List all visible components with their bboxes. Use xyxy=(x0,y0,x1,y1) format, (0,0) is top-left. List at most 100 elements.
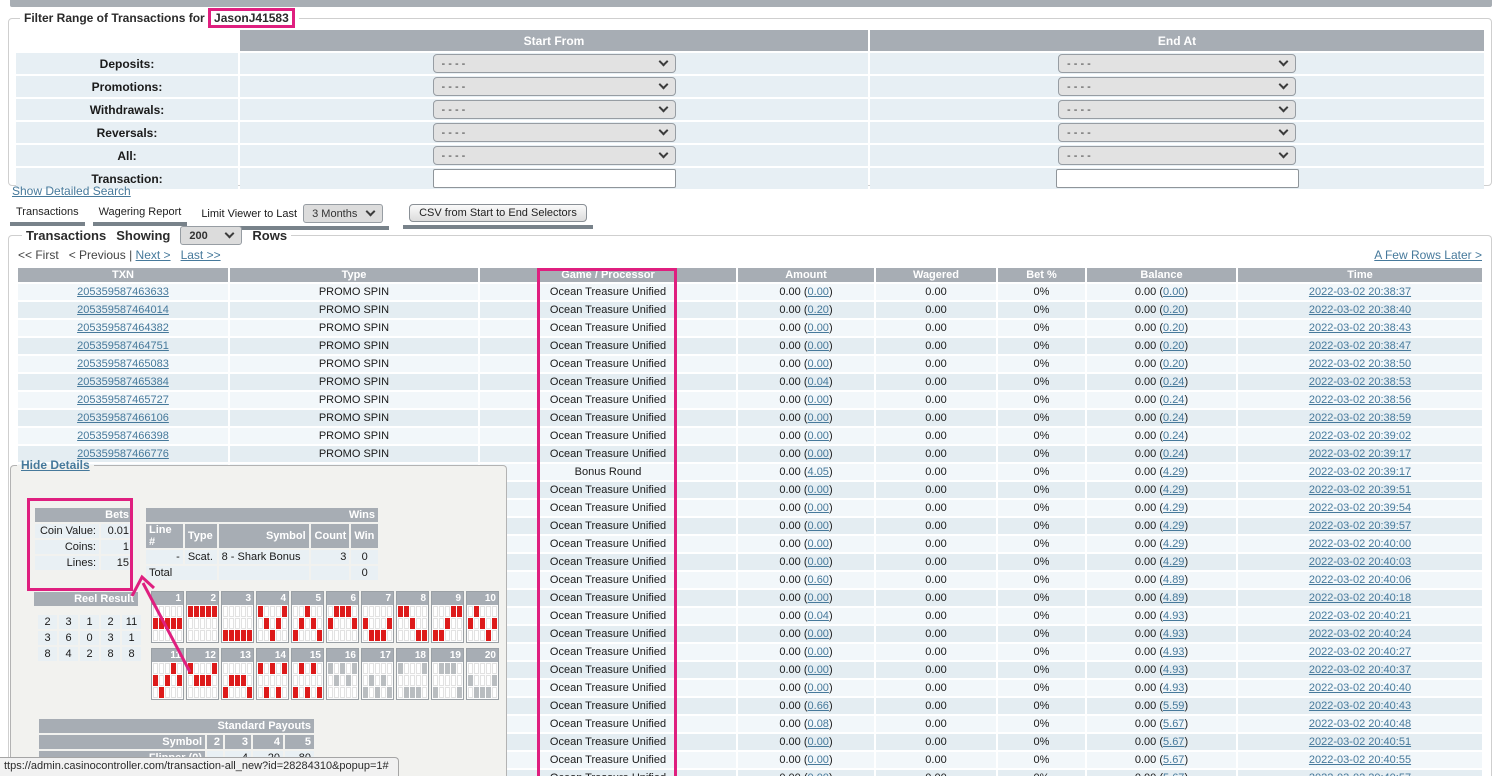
promotions-end-select[interactable]: - - - - xyxy=(1058,77,1296,96)
time-link[interactable]: 2022-03-02 20:38:56 xyxy=(1309,394,1411,406)
time-link[interactable]: 2022-03-02 20:38:43 xyxy=(1309,322,1411,334)
transaction-end-input[interactable] xyxy=(1056,169,1299,188)
amount-detail-link[interactable]: 0.00 xyxy=(808,682,829,694)
amount-detail-link[interactable]: 0.00 xyxy=(808,520,829,532)
balance-detail-link[interactable]: 4.93 xyxy=(1163,628,1184,640)
time-link[interactable]: 2022-03-02 20:38:47 xyxy=(1309,340,1411,352)
balance-detail-link[interactable]: 4.93 xyxy=(1163,646,1184,658)
balance-detail-link[interactable]: 0.20 xyxy=(1163,358,1184,370)
time-link[interactable]: 2022-03-02 20:40:27 xyxy=(1309,646,1411,658)
tab-wagering-report[interactable]: Wagering Report xyxy=(93,203,188,226)
amount-detail-link[interactable]: 0.00 xyxy=(808,430,829,442)
txn-link[interactable]: 205359587464382 xyxy=(77,322,169,334)
balance-detail-link[interactable]: 0.20 xyxy=(1163,340,1184,352)
amount-detail-link[interactable]: 0.00 xyxy=(808,340,829,352)
balance-detail-link[interactable]: 5.67 xyxy=(1163,754,1184,766)
balance-detail-link[interactable]: 4.89 xyxy=(1163,574,1184,586)
balance-detail-link[interactable]: 4.29 xyxy=(1163,538,1184,550)
limit-viewer-select[interactable]: 3 Months xyxy=(303,204,383,223)
balance-detail-link[interactable]: 4.93 xyxy=(1163,682,1184,694)
amount-detail-link[interactable]: 0.00 xyxy=(808,538,829,550)
balance-detail-link[interactable]: 4.29 xyxy=(1163,520,1184,532)
txn-link[interactable]: 205359587463633 xyxy=(77,286,169,298)
time-link[interactable]: 2022-03-02 20:39:51 xyxy=(1309,484,1411,496)
balance-detail-link[interactable]: 4.93 xyxy=(1163,610,1184,622)
txn-link[interactable]: 205359587466398 xyxy=(77,430,169,442)
amount-detail-link[interactable]: 0.00 xyxy=(808,484,829,496)
time-link[interactable]: 2022-03-02 20:40:00 xyxy=(1309,538,1411,550)
amount-detail-link[interactable]: 0.00 xyxy=(808,772,829,776)
time-link[interactable]: 2022-03-02 20:40:43 xyxy=(1309,700,1411,712)
time-link[interactable]: 2022-03-02 20:40:40 xyxy=(1309,682,1411,694)
amount-detail-link[interactable]: 0.66 xyxy=(808,700,829,712)
time-link[interactable]: 2022-03-02 20:40:48 xyxy=(1309,718,1411,730)
last-page-link[interactable]: Last >> xyxy=(181,248,221,262)
amount-detail-link[interactable]: 0.00 xyxy=(808,358,829,370)
txn-link[interactable]: 205359587466106 xyxy=(77,412,169,424)
balance-detail-link[interactable]: 4.29 xyxy=(1163,484,1184,496)
time-link[interactable]: 2022-03-02 20:39:57 xyxy=(1309,520,1411,532)
amount-detail-link[interactable]: 0.00 xyxy=(808,556,829,568)
time-link[interactable]: 2022-03-02 20:39:17 xyxy=(1309,448,1411,460)
amount-detail-link[interactable]: 0.00 xyxy=(808,592,829,604)
amount-detail-link[interactable]: 0.00 xyxy=(808,322,829,334)
time-link[interactable]: 2022-03-02 20:40:18 xyxy=(1309,592,1411,604)
first-page-control[interactable]: << First xyxy=(18,248,59,262)
balance-detail-link[interactable]: 5.59 xyxy=(1163,700,1184,712)
amount-detail-link[interactable]: 0.00 xyxy=(808,646,829,658)
time-link[interactable]: 2022-03-02 20:40:24 xyxy=(1309,628,1411,640)
balance-detail-link[interactable]: 4.93 xyxy=(1163,664,1184,676)
amount-detail-link[interactable]: 0.00 xyxy=(808,412,829,424)
amount-detail-link[interactable]: 0.04 xyxy=(808,376,829,388)
balance-detail-link[interactable]: 5.67 xyxy=(1163,718,1184,730)
previous-page-control[interactable]: < Previous xyxy=(69,248,126,262)
time-link[interactable]: 2022-03-02 20:40:55 xyxy=(1309,754,1411,766)
csv-export-button[interactable]: CSV from Start to End Selectors xyxy=(409,204,587,222)
withdrawals-end-select[interactable]: - - - - xyxy=(1058,100,1296,119)
a-few-rows-later-link[interactable]: A Few Rows Later > xyxy=(1374,248,1482,262)
balance-detail-link[interactable]: 5.67 xyxy=(1163,736,1184,748)
amount-detail-link[interactable]: 0.00 xyxy=(808,286,829,298)
balance-detail-link[interactable]: 0.00 xyxy=(1163,286,1184,298)
show-detailed-search-link[interactable]: Show Detailed Search xyxy=(12,184,131,198)
rows-count-select[interactable]: 200 xyxy=(180,226,242,245)
time-link[interactable]: 2022-03-02 20:40:57 xyxy=(1309,772,1411,776)
txn-link[interactable]: 205359587465083 xyxy=(77,358,169,370)
deposits-end-select[interactable]: - - - - xyxy=(1058,54,1296,73)
balance-detail-link[interactable]: 0.24 xyxy=(1163,412,1184,424)
transaction-start-input[interactable] xyxy=(433,169,676,188)
amount-detail-link[interactable]: 0.00 xyxy=(808,394,829,406)
amount-detail-link[interactable]: 0.60 xyxy=(808,574,829,586)
amount-detail-link[interactable]: 0.20 xyxy=(808,304,829,316)
balance-detail-link[interactable]: 0.24 xyxy=(1163,394,1184,406)
all-start-select[interactable]: - - - - xyxy=(433,146,676,165)
balance-detail-link[interactable]: 0.24 xyxy=(1163,376,1184,388)
balance-detail-link[interactable]: 4.29 xyxy=(1163,466,1184,478)
amount-detail-link[interactable]: 0.00 xyxy=(808,664,829,676)
amount-detail-link[interactable]: 0.00 xyxy=(808,448,829,460)
time-link[interactable]: 2022-03-02 20:39:02 xyxy=(1309,430,1411,442)
time-link[interactable]: 2022-03-02 20:39:54 xyxy=(1309,502,1411,514)
time-link[interactable]: 2022-03-02 20:40:37 xyxy=(1309,664,1411,676)
time-link[interactable]: 2022-03-02 20:38:50 xyxy=(1309,358,1411,370)
all-end-select[interactable]: - - - - xyxy=(1058,146,1296,165)
balance-detail-link[interactable]: 4.29 xyxy=(1163,502,1184,514)
balance-detail-link[interactable]: 0.24 xyxy=(1163,430,1184,442)
time-link[interactable]: 2022-03-02 20:38:40 xyxy=(1309,304,1411,316)
txn-link[interactable]: 205359587465727 xyxy=(77,394,169,406)
time-link[interactable]: 2022-03-02 20:40:51 xyxy=(1309,736,1411,748)
hide-details-link[interactable]: Hide Details xyxy=(21,458,90,472)
time-link[interactable]: 2022-03-02 20:38:37 xyxy=(1309,286,1411,298)
amount-detail-link[interactable]: 0.00 xyxy=(808,628,829,640)
balance-detail-link[interactable]: 0.24 xyxy=(1163,448,1184,460)
next-page-link[interactable]: Next > xyxy=(136,248,171,262)
time-link[interactable]: 2022-03-02 20:38:53 xyxy=(1309,376,1411,388)
txn-link[interactable]: 205359587464014 xyxy=(77,304,169,316)
time-link[interactable]: 2022-03-02 20:38:59 xyxy=(1309,412,1411,424)
time-link[interactable]: 2022-03-02 20:40:21 xyxy=(1309,610,1411,622)
amount-detail-link[interactable]: 0.04 xyxy=(808,610,829,622)
balance-detail-link[interactable]: 5.67 xyxy=(1163,772,1184,776)
tab-transactions[interactable]: Transactions xyxy=(10,203,85,226)
reversals-start-select[interactable]: - - - - xyxy=(433,123,676,142)
amount-detail-link[interactable]: 0.00 xyxy=(808,736,829,748)
